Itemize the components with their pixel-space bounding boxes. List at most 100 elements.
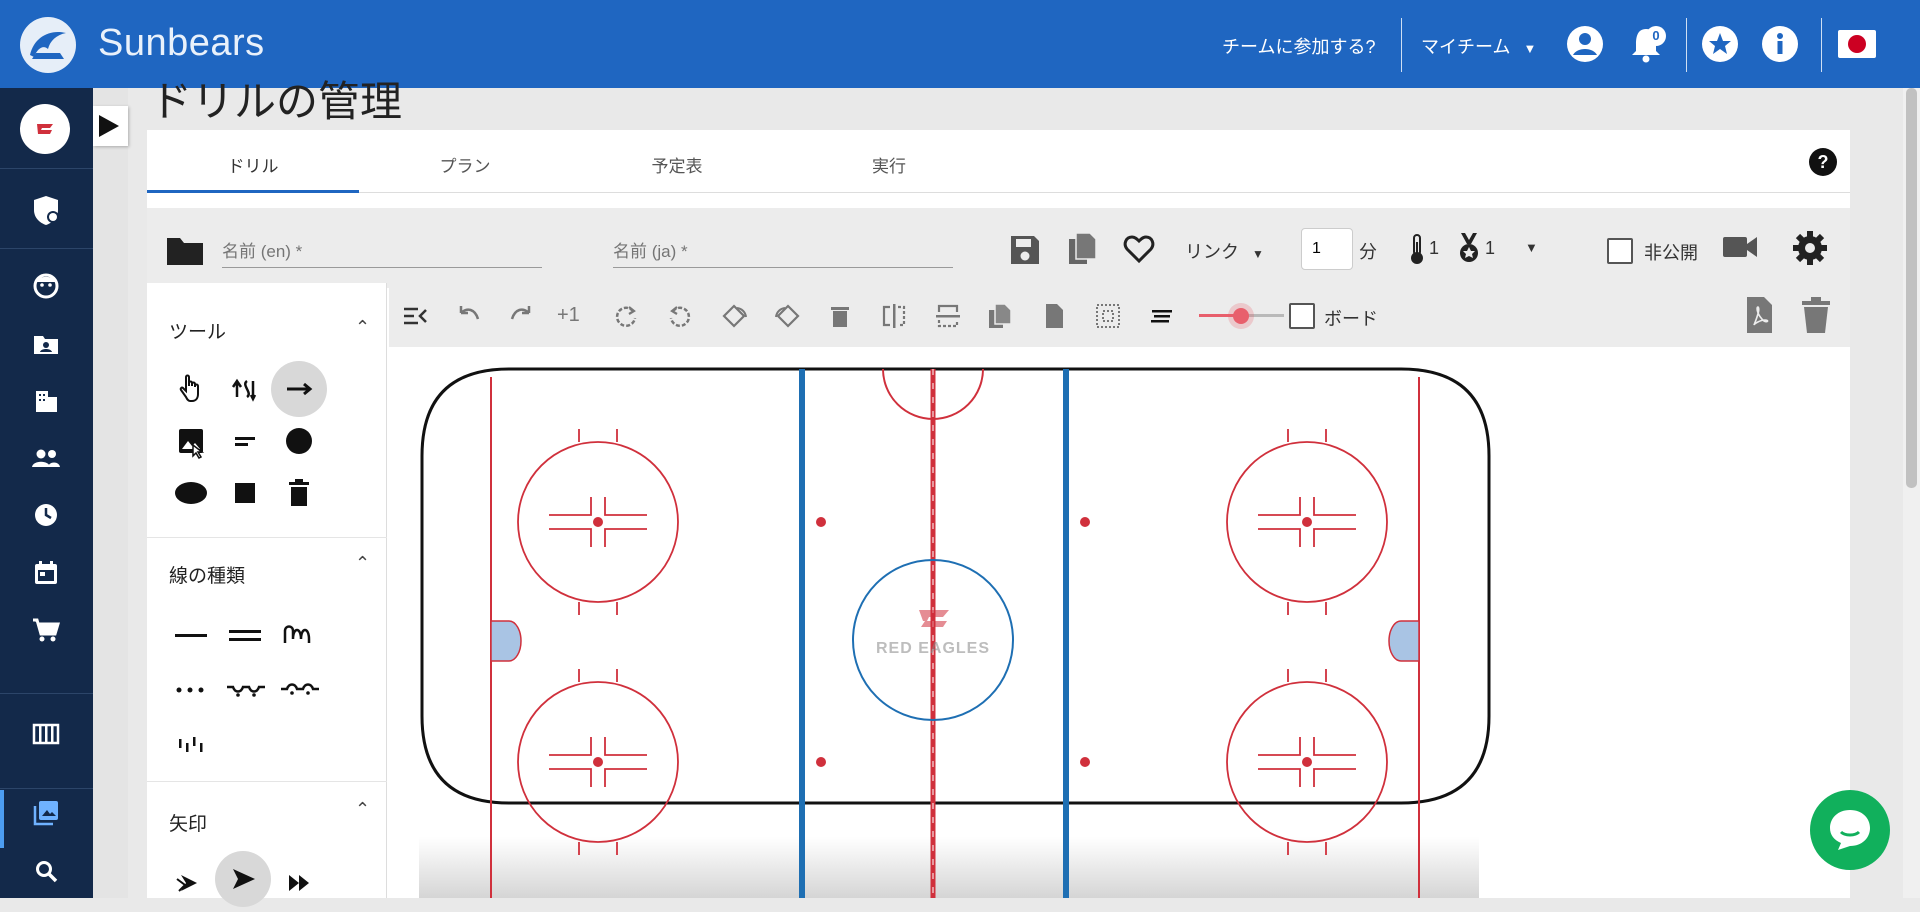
people-icon[interactable] — [26, 438, 66, 478]
video-camera-icon[interactable] — [1721, 232, 1759, 262]
level-dropdown-caret-icon[interactable]: ▼ — [1525, 240, 1538, 255]
skate-line-icon[interactable] — [223, 667, 267, 711]
collapse-panel-icon[interactable] — [400, 301, 430, 331]
my-team-label: マイチーム — [1421, 37, 1511, 57]
double-line-icon[interactable] — [223, 613, 267, 657]
duplicate-icon[interactable] — [985, 301, 1015, 331]
pdf-export-icon[interactable] — [1744, 295, 1774, 335]
sunbears-logo[interactable] — [20, 17, 76, 73]
left-sidebar — [0, 88, 93, 898]
japan-flag-icon[interactable] — [1838, 30, 1876, 58]
square-icon[interactable] — [223, 471, 267, 515]
text-align-icon[interactable] — [1147, 301, 1177, 331]
team-avatar[interactable] — [20, 104, 70, 154]
undo-icon[interactable] — [453, 301, 483, 331]
my-team-menu[interactable]: マイチーム ▼ — [1421, 33, 1536, 59]
favorite-icon[interactable] — [1122, 232, 1156, 266]
face-icon[interactable] — [26, 266, 66, 306]
name-ja-input[interactable] — [613, 236, 953, 268]
rink-drawing-canvas[interactable]: RED EAGLES — [389, 347, 1850, 898]
duration-input[interactable] — [1301, 228, 1353, 270]
faceoff-dot — [1080, 517, 1090, 527]
search-icon[interactable] — [26, 851, 66, 891]
drawer-toggle-button[interactable] — [93, 106, 128, 146]
wavy-line-icon[interactable] — [277, 613, 321, 657]
hand-pointer-icon[interactable] — [169, 367, 213, 411]
star-arrow-icon[interactable] — [169, 861, 213, 905]
filled-circle-icon[interactable] — [277, 419, 321, 463]
chat-widget-button[interactable] — [1810, 790, 1890, 870]
tab-schedule[interactable]: 予定表 — [571, 152, 783, 177]
paste-icon[interactable] — [1039, 301, 1069, 331]
page-scrollbar[interactable] — [1903, 88, 1920, 898]
building-icon[interactable] — [26, 381, 66, 421]
info-icon[interactable] — [1760, 24, 1800, 64]
faceoff-dot — [1080, 757, 1090, 767]
section-divider — [147, 537, 387, 538]
medal-icon[interactable] — [1455, 230, 1483, 266]
link-label: リンク — [1185, 242, 1239, 262]
sidebar-active-indicator — [0, 790, 4, 848]
flip-vertical-icon[interactable] — [933, 301, 963, 331]
sidebar-divider — [0, 788, 93, 789]
select-area-icon[interactable] — [1093, 301, 1123, 331]
flip-rotate-icon[interactable] — [719, 301, 749, 331]
slider-thumb[interactable] — [1233, 308, 1249, 324]
flip-horizontal-icon[interactable] — [879, 301, 909, 331]
calendar-icon[interactable] — [26, 553, 66, 593]
chevron-up-icon[interactable]: ⌃ — [355, 317, 370, 338]
rotate-left-icon[interactable] — [665, 301, 695, 331]
stick-handling-line-icon[interactable] — [169, 721, 213, 765]
app-brand-name[interactable]: Sunbears — [98, 22, 265, 65]
shield-icon[interactable] — [26, 190, 66, 230]
header-divider — [1401, 18, 1402, 72]
ellipse-icon[interactable] — [169, 471, 213, 515]
skate-backward-line-icon[interactable] — [277, 667, 321, 711]
scrollbar-thumb[interactable] — [1906, 88, 1917, 488]
copy-icon[interactable] — [1065, 230, 1101, 270]
arrows-section-title: 矢印 — [169, 814, 208, 835]
double-arrow-icon[interactable] — [277, 861, 321, 905]
barcode-icon[interactable] — [26, 714, 66, 754]
save-icon[interactable] — [1007, 232, 1043, 268]
tab-plan[interactable]: プラン — [359, 152, 571, 177]
redo-icon[interactable] — [507, 301, 537, 331]
image-tool-icon[interactable] — [169, 419, 213, 463]
arrow-tool-selected[interactable] — [271, 361, 327, 417]
plus-one-button[interactable]: +1 — [557, 304, 580, 327]
clear-board-trash-icon[interactable] — [1799, 295, 1830, 335]
chevron-up-icon[interactable]: ⌃ — [355, 799, 370, 820]
account-icon[interactable] — [1565, 24, 1605, 64]
name-en-input[interactable] — [222, 236, 542, 268]
intensity-value: 1 — [1429, 238, 1440, 258]
board-checkbox[interactable] — [1289, 303, 1315, 329]
settings-gear-icon[interactable] — [1790, 228, 1830, 268]
tab-execute[interactable]: 実行 — [783, 152, 995, 177]
svg-text:?: ? — [1818, 152, 1829, 172]
folder-icon[interactable] — [165, 234, 205, 268]
help-icon[interactable]: ? — [1808, 147, 1838, 177]
solid-line-icon[interactable] — [169, 613, 213, 657]
chevron-up-icon[interactable]: ⌃ — [355, 553, 370, 574]
duration-unit: 分 — [1359, 242, 1377, 262]
clock-icon[interactable] — [26, 495, 66, 535]
flip-rotate-alt-icon[interactable] — [773, 301, 803, 331]
cart-icon[interactable] — [26, 610, 66, 650]
filled-arrow-selected[interactable] — [215, 851, 271, 907]
active-tab-indicator — [147, 190, 359, 193]
folder-account-icon[interactable] — [26, 324, 66, 364]
link-menu[interactable]: リンク ▼ — [1185, 238, 1264, 264]
delete-icon[interactable] — [825, 301, 855, 331]
swap-path-icon[interactable] — [223, 367, 267, 411]
private-checkbox[interactable] — [1607, 238, 1633, 264]
tab-drill[interactable]: ドリル — [147, 152, 359, 177]
trash-icon[interactable] — [277, 471, 321, 515]
drills-gallery-icon[interactable] — [26, 792, 66, 832]
dotted-line-icon[interactable] — [169, 667, 213, 711]
star-icon[interactable] — [1700, 24, 1740, 64]
rotate-right-icon[interactable] — [611, 301, 641, 331]
thermometer-icon[interactable] — [1407, 232, 1427, 266]
text-lines-icon[interactable] — [223, 419, 267, 463]
size-slider[interactable] — [1199, 305, 1284, 327]
join-team-link[interactable]: チームに参加する? — [1222, 33, 1375, 59]
